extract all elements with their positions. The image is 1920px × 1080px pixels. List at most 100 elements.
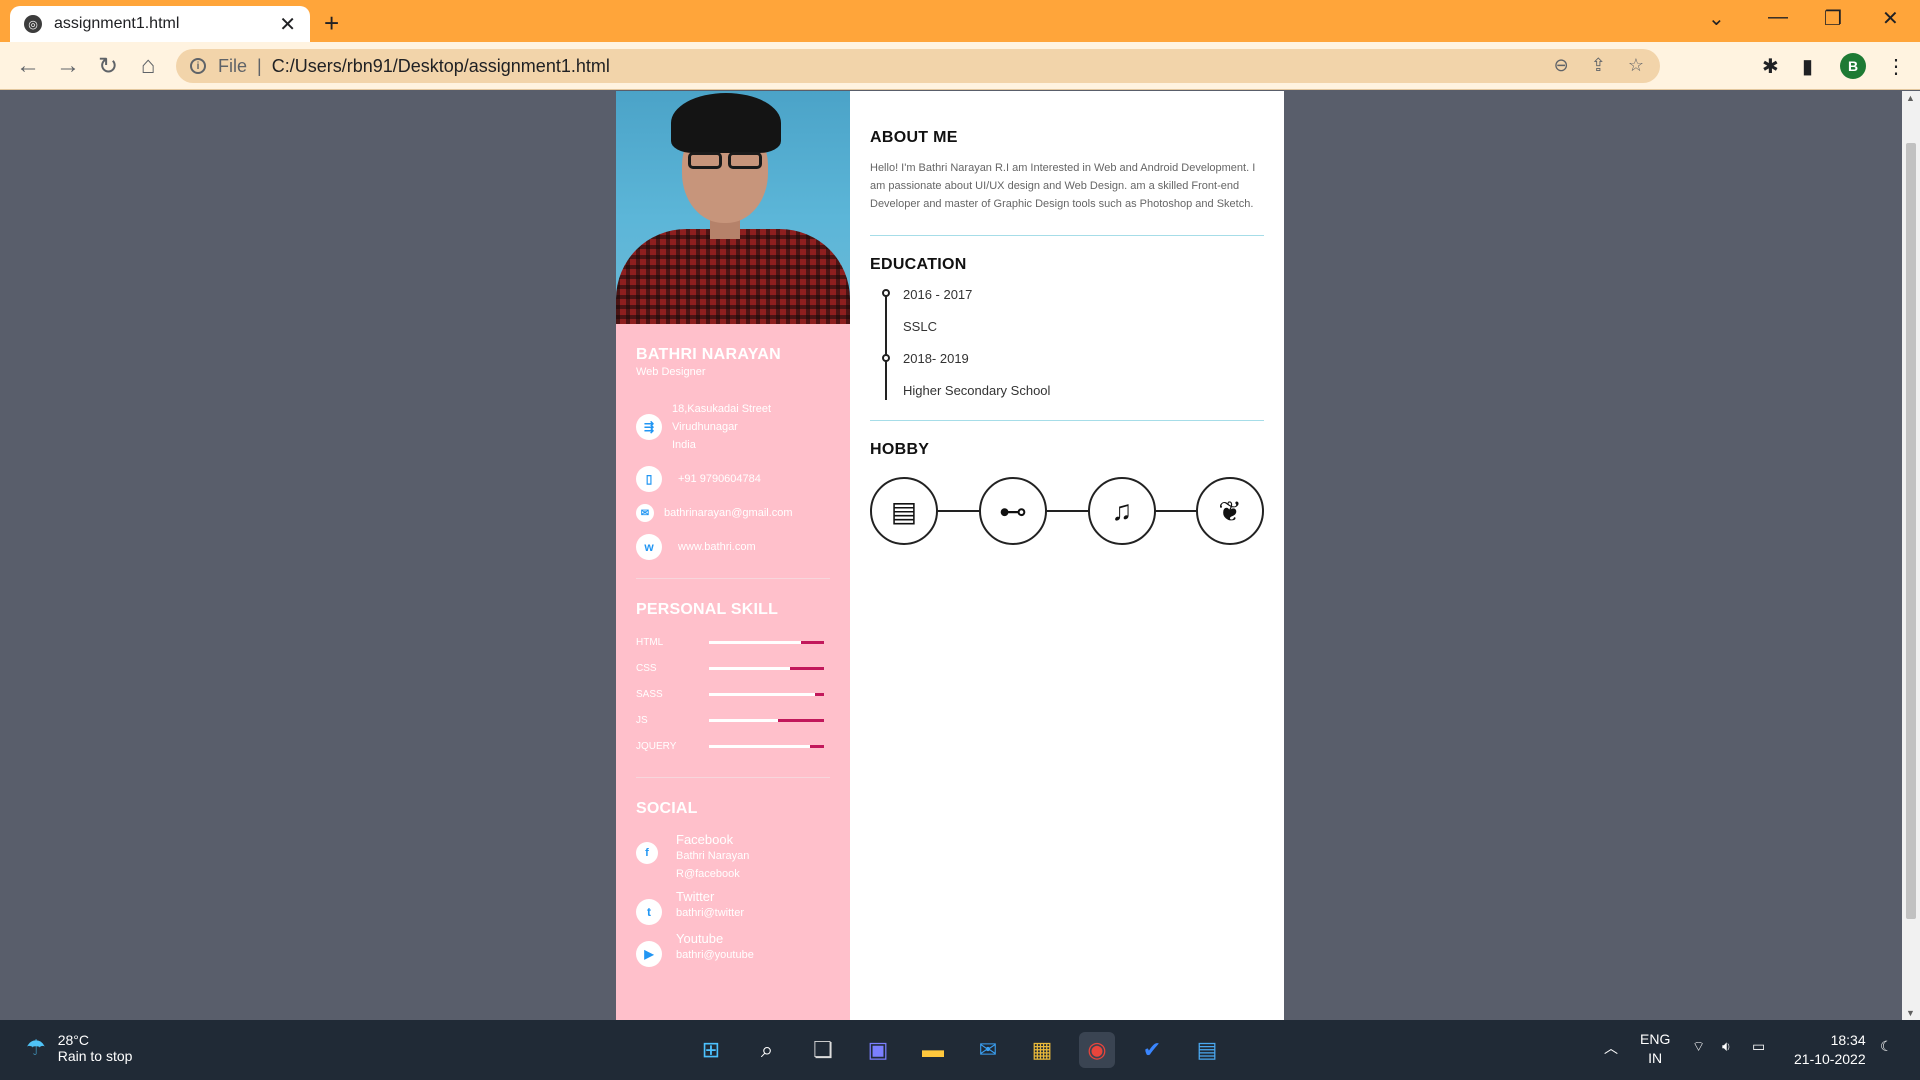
forward-button[interactable]: → [52, 50, 84, 82]
info-icon[interactable]: i [190, 58, 206, 74]
education-years: 2018- 2019 [903, 351, 969, 366]
os-taskbar: ☂ 28°C Rain to stop ⊞ ⌕ ❏ ▣ ▬ ✉ ▦ ◉ ✔ ▤ … [0, 1020, 1920, 1080]
language-indicator[interactable]: ENG IN [1640, 1030, 1670, 1068]
close-window-button[interactable]: ✕ [1882, 6, 1899, 31]
contact-address: ⇶ 18,Kasukadai Street Virudhunagar India [636, 400, 830, 454]
social-title: Facebook [676, 832, 734, 847]
skill-bar [709, 666, 824, 670]
youtube-icon: ▶ [636, 941, 662, 967]
resume-sidebar: BATHRI NARAYAN Web Designer ⇶ 18,Kasukad… [616, 91, 850, 1020]
browser-tab[interactable]: ◎ assignment1.html ✕ [10, 6, 310, 42]
page-scrollbar[interactable]: ▲ ▼ [1902, 91, 1920, 1020]
tab-title: assignment1.html [54, 15, 180, 32]
tray-chevron-icon[interactable]: ︿ [1604, 1038, 1618, 1058]
skill-bar [709, 640, 824, 644]
close-tab-icon[interactable]: ✕ [279, 12, 296, 37]
region-code: IN [1648, 1050, 1663, 1066]
photos-icon[interactable]: ▦ [1024, 1032, 1060, 1068]
battery-icon[interactable]: ▭ [1752, 1038, 1765, 1055]
plant-icon: ❦ [1196, 477, 1264, 545]
skill-row: SASS [636, 681, 830, 707]
extensions-icon[interactable]: ✱ [1762, 54, 1779, 79]
social-title: Youtube [676, 931, 724, 946]
clock-time: 18:34 [1830, 1032, 1866, 1048]
twitter-icon: t [636, 899, 662, 925]
social-youtube: ▶ Youtube bathri@youtube [636, 931, 830, 967]
social-twitter: t Twitter bathri@twitter [636, 889, 830, 925]
skill-bar-fill [810, 744, 824, 748]
clock-date: 21-10-2022 [1794, 1051, 1866, 1067]
mail-icon[interactable]: ✉ [970, 1032, 1006, 1068]
website-url: www.bathri.com [678, 541, 756, 553]
timeline-line [885, 292, 887, 400]
social-handle: bathri@youtube [676, 949, 754, 961]
weather-temperature: 28°C [57, 1032, 90, 1048]
education-school: SSLC [903, 319, 937, 334]
skill-row: CSS [636, 655, 830, 681]
zoom-icon[interactable]: ⊖ [1554, 55, 1569, 76]
signpost-icon: ⇶ [636, 414, 662, 440]
url-separator: | [257, 55, 262, 76]
profile-avatar[interactable]: B [1840, 53, 1866, 79]
education-school: Higher Secondary School [903, 383, 1051, 398]
browser-toolbar: ← → ↻ ⌂ i File | C:/Users/rbn91/Desktop/… [0, 42, 1920, 90]
skill-bar-fill [814, 692, 824, 696]
tab-search-icon[interactable]: ⌄ [1708, 6, 1725, 31]
education-years: 2016 - 2017 [903, 287, 973, 302]
skill-row: HTML [636, 629, 830, 655]
task-view-icon[interactable]: ❏ [805, 1032, 841, 1068]
skill-label: HTML [636, 636, 664, 648]
notification-icon[interactable]: ☾ [1880, 1038, 1893, 1055]
file-explorer-icon[interactable]: ▬ [915, 1032, 951, 1068]
education-heading: EDUCATION [870, 256, 967, 273]
scroll-thumb[interactable] [1906, 143, 1916, 919]
skill-label: SASS [636, 688, 663, 700]
social-handle: R@facebook [676, 868, 740, 880]
system-clock[interactable]: 18:34 21-10-2022 [1794, 1031, 1866, 1069]
restore-button[interactable]: ❐ [1824, 6, 1842, 31]
scroll-up-icon[interactable]: ▲ [1906, 93, 1915, 103]
side-panel-icon[interactable]: ▮ [1802, 54, 1813, 79]
windows-start-icon[interactable]: ⊞ [693, 1032, 729, 1068]
music-icon: ♫ [1088, 477, 1156, 545]
menu-kebab-icon[interactable]: ⋮ [1886, 54, 1906, 79]
hobby-connector [900, 510, 1230, 512]
resume-card: BATHRI NARAYAN Web Designer ⇶ 18,Kasukad… [616, 91, 1284, 1020]
contact-phone: ▯ +91 9790604784 [636, 466, 830, 492]
share-icon[interactable]: ⇪ [1591, 55, 1606, 76]
weather-widget[interactable]: ☂ 28°C Rain to stop [26, 1032, 132, 1064]
browser-tab-strip: ◎ assignment1.html ✕ + ⌄ — ❐ ✕ [0, 0, 1920, 42]
bookmark-star-icon[interactable]: ☆ [1628, 55, 1644, 76]
social-handle: Bathri Narayan [676, 850, 750, 862]
search-icon[interactable]: ⌕ [749, 1032, 785, 1068]
email-address: bathrinarayan@gmail.com [664, 507, 793, 519]
volume-icon[interactable]: 🔉︎ [1722, 1038, 1731, 1055]
hobby-heading: HOBBY [870, 441, 930, 458]
skill-row: JQUERY [636, 733, 830, 759]
chrome-icon[interactable]: ◉ [1079, 1032, 1115, 1068]
skill-bar [709, 718, 824, 722]
minimize-button[interactable]: — [1768, 6, 1788, 29]
todo-icon[interactable]: ✔ [1134, 1032, 1170, 1068]
back-button[interactable]: ← [12, 50, 44, 82]
page-viewport: BATHRI NARAYAN Web Designer ⇶ 18,Kasukad… [0, 91, 1902, 1020]
education-timeline: 2016 - 2017 SSLC 2018- 2019 Higher Secon… [870, 286, 1264, 414]
gamepad-icon: ⊷ [979, 477, 1047, 545]
skill-bar [709, 692, 824, 696]
scroll-down-icon[interactable]: ▼ [1906, 1008, 1915, 1018]
home-button[interactable]: ⌂ [132, 50, 164, 82]
new-tab-button[interactable]: + [324, 8, 339, 39]
address-bar[interactable]: i File | C:/Users/rbn91/Desktop/assignme… [176, 49, 1660, 83]
section-divider [870, 420, 1264, 421]
chat-icon[interactable]: ▣ [860, 1032, 896, 1068]
profile-photo [616, 91, 850, 324]
url-text[interactable]: C:/Users/rbn91/Desktop/assignment1.html [272, 56, 610, 77]
address-line: Virudhunagar [672, 421, 738, 433]
hobby-row: ▤ ⊷ ♫ ❦ [870, 477, 1264, 545]
book-icon: ▤ [870, 477, 938, 545]
notepad-icon[interactable]: ▤ [1189, 1032, 1225, 1068]
reload-button[interactable]: ↻ [92, 50, 124, 82]
sidebar-divider [636, 777, 830, 778]
wifi-icon[interactable]: ⌔ [1692, 1038, 1705, 1056]
social-facebook: f Facebook Bathri Narayan R@facebook [636, 832, 830, 883]
